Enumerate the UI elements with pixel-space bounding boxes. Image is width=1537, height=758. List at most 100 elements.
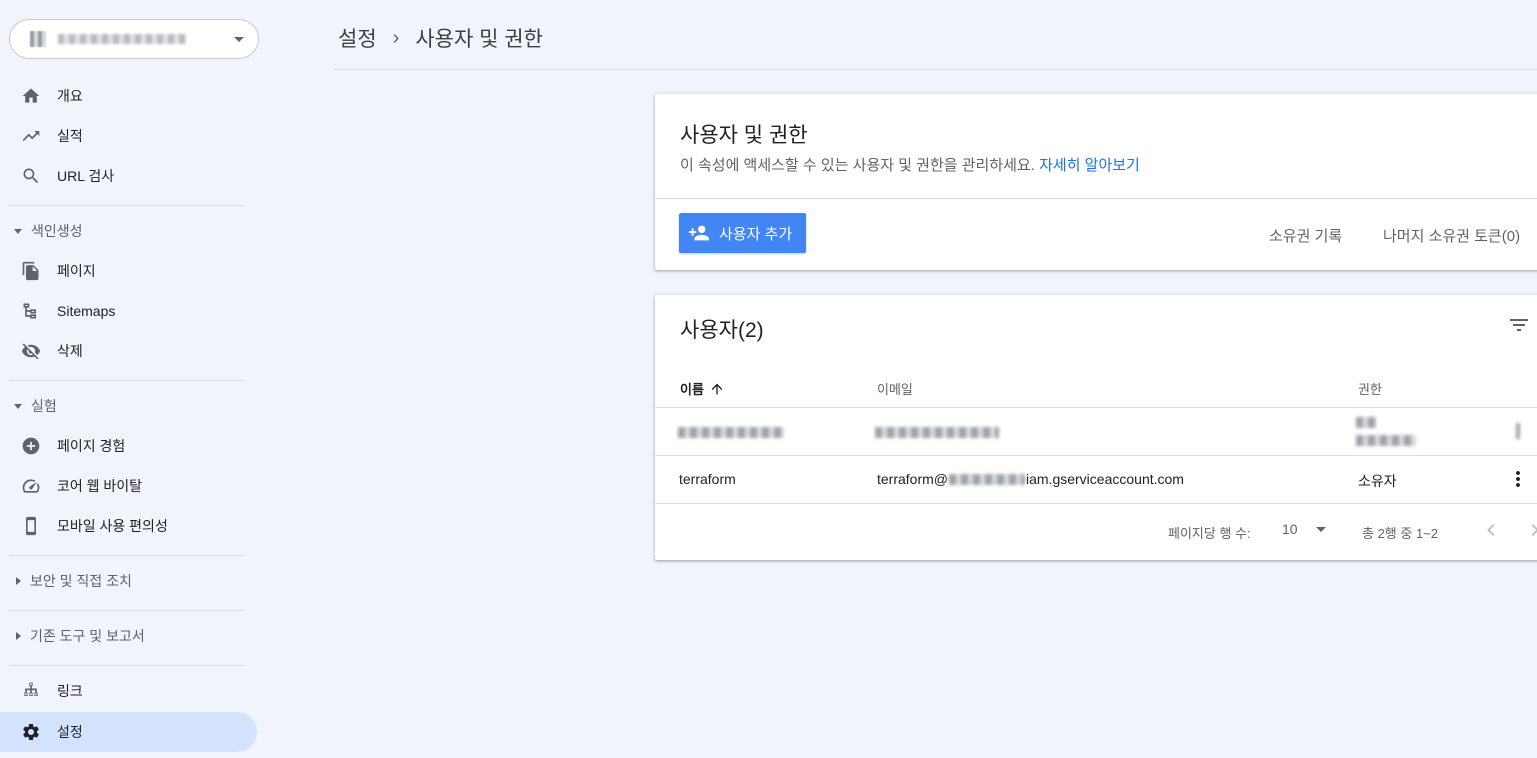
smartphone-icon — [20, 515, 42, 537]
column-header-label: 이름 — [680, 382, 704, 397]
ownership-history-button[interactable]: 소유권 기록 — [1269, 225, 1342, 246]
column-header-email[interactable]: 이메일 — [877, 379, 913, 398]
add-circle-icon — [20, 435, 42, 457]
sidebar-item-label: 모바일 사용 편의성 — [57, 518, 168, 534]
cell-permission-redacted — [1356, 417, 1416, 446]
speed-icon — [20, 475, 42, 497]
sidebar-section-experience[interactable]: 실험 — [0, 391, 250, 421]
users-card: 사용자(2) 이름 이메일 권한 terraform terraform@ ia… — [655, 295, 1537, 560]
sidebar-section-label: 보안 및 직접 조치 — [30, 573, 132, 589]
property-name-redacted — [58, 34, 186, 44]
subtitle-text: 이 속성에 액세스할 수 있는 사용자 및 권한을 관리하세요. — [680, 157, 1035, 174]
trending-up-icon — [20, 125, 42, 147]
sidebar-item-label: 개요 — [57, 88, 83, 104]
cell-name-redacted — [678, 425, 784, 441]
email-prefix: terraform@ — [877, 471, 948, 487]
rows-per-page-value: 10 — [1282, 521, 1298, 537]
email-redacted-part — [949, 473, 1025, 485]
sidebar-item-label: 설정 — [57, 724, 83, 740]
gear-icon — [20, 721, 42, 743]
filter-icon[interactable] — [1507, 313, 1531, 337]
row-menu-redacted[interactable] — [1516, 423, 1520, 442]
caret-right-icon — [16, 632, 21, 640]
card-divider — [655, 198, 1537, 199]
cell-name: terraform — [679, 471, 736, 487]
email-suffix: iam.gserviceaccount.com — [1026, 471, 1184, 487]
sidebar-item-label: 링크 — [57, 683, 83, 699]
sidebar-item-links[interactable]: 링크 — [0, 671, 257, 711]
page-title: 사용자 및 권한 — [415, 28, 543, 51]
person-add-icon — [688, 225, 710, 241]
sidebar-item-performance[interactable]: 실적 — [0, 116, 257, 156]
unused-tokens-button[interactable]: 나머지 소유권 토큰(0) — [1383, 225, 1520, 246]
sidebar-section-legacy[interactable]: 기존 도구 및 보고서 — [0, 621, 250, 651]
sidebar-item-page-experience[interactable]: 페이지 경험 — [0, 426, 257, 466]
sidebar-item-label: 실적 — [57, 128, 83, 144]
sidebar-section-label: 기존 도구 및 보고서 — [30, 628, 145, 644]
pagination-range: 총 2행 중 1~2 — [1362, 526, 1438, 541]
column-header-permission[interactable]: 권한 — [1358, 379, 1382, 398]
sidebar-item-label: 페이지 경험 — [57, 438, 126, 454]
sidebar: 개요 실적 URL 검사 색인생성 페이지 Sitemaps 삭제 실험 페이지… — [0, 0, 262, 758]
sidebar-item-mobile-usability[interactable]: 모바일 사용 편의성 — [0, 506, 257, 546]
prev-page-icon[interactable] — [1479, 518, 1503, 542]
breadcrumb-separator: › — [392, 26, 400, 49]
caret-down-icon — [14, 403, 22, 409]
rows-per-page-select[interactable]: 10 — [1282, 521, 1326, 537]
sidebar-item-pages[interactable]: 페이지 — [0, 251, 257, 291]
sidebar-divider — [9, 380, 245, 381]
sidebar-section-security[interactable]: 보안 및 직접 조치 — [0, 566, 250, 596]
learn-more-link[interactable]: 자세히 알아보기 — [1039, 157, 1140, 174]
header-divider — [333, 69, 1537, 70]
sidebar-divider — [9, 555, 245, 556]
sidebar-divider — [9, 205, 245, 206]
breadcrumb-parent[interactable]: 설정 — [338, 23, 377, 53]
sidebar-divider — [9, 610, 245, 611]
rows-per-page-label: 페이지당 행 수: — [1168, 526, 1251, 541]
links-icon — [20, 680, 42, 702]
sidebar-section-label: 색인생성 — [31, 223, 83, 239]
add-user-button[interactable]: 사용자 추가 — [679, 213, 806, 253]
column-header-name[interactable]: 이름 — [680, 379, 725, 398]
property-selector[interactable] — [9, 19, 259, 59]
sidebar-section-indexing[interactable]: 색인생성 — [0, 216, 250, 246]
pages-icon — [20, 260, 42, 282]
users-card-title: 사용자(2) — [680, 319, 764, 342]
sidebar-section-label: 실험 — [31, 398, 57, 414]
sidebar-item-settings[interactable]: 설정 — [0, 712, 257, 752]
sidebar-item-url-inspection[interactable]: URL 검사 — [0, 156, 257, 196]
table-divider — [655, 455, 1537, 456]
cell-email-redacted — [875, 425, 999, 441]
search-icon — [20, 165, 42, 187]
sidebar-item-label: 코어 웹 바이탈 — [57, 478, 143, 494]
permissions-card: 사용자 및 권한 이 속성에 액세스할 수 있는 사용자 및 권한을 관리하세요… — [655, 94, 1537, 270]
sidebar-item-overview[interactable]: 개요 — [0, 76, 257, 116]
sidebar-item-label: Sitemaps — [57, 303, 116, 319]
card-subtitle: 이 속성에 액세스할 수 있는 사용자 및 권한을 관리하세요. 자세히 알아보… — [680, 154, 1140, 175]
home-icon — [20, 85, 42, 107]
sidebar-divider — [9, 665, 245, 666]
table-divider — [655, 503, 1537, 504]
sidebar-item-sitemaps[interactable]: Sitemaps — [0, 291, 257, 331]
table-divider — [655, 407, 1537, 408]
arrow-up-icon — [711, 383, 723, 394]
cell-email: terraform@ iam.gserviceaccount.com — [877, 471, 1184, 487]
chevron-down-icon — [1315, 526, 1326, 532]
sidebar-item-label: 삭제 — [57, 343, 83, 359]
sidebar-item-core-web-vitals[interactable]: 코어 웹 바이탈 — [0, 466, 257, 506]
sitemap-icon — [20, 300, 42, 322]
property-favicon — [30, 31, 46, 47]
caret-down-icon — [14, 228, 22, 234]
chevron-down-icon — [234, 36, 244, 42]
caret-right-icon — [16, 577, 21, 585]
breadcrumb: 설정 › 사용자 및 권한 — [338, 24, 543, 52]
add-user-label: 사용자 추가 — [719, 225, 793, 243]
more-vert-icon[interactable] — [1510, 467, 1526, 491]
next-page-icon[interactable] — [1523, 518, 1537, 542]
visibility-off-icon — [20, 340, 42, 362]
card-title: 사용자 및 권한 — [680, 124, 808, 147]
sidebar-item-removals[interactable]: 삭제 — [0, 331, 257, 371]
cell-permission: 소유자 — [1358, 473, 1397, 489]
sidebar-item-label: 페이지 — [57, 263, 96, 279]
sidebar-item-label: URL 검사 — [57, 168, 115, 184]
